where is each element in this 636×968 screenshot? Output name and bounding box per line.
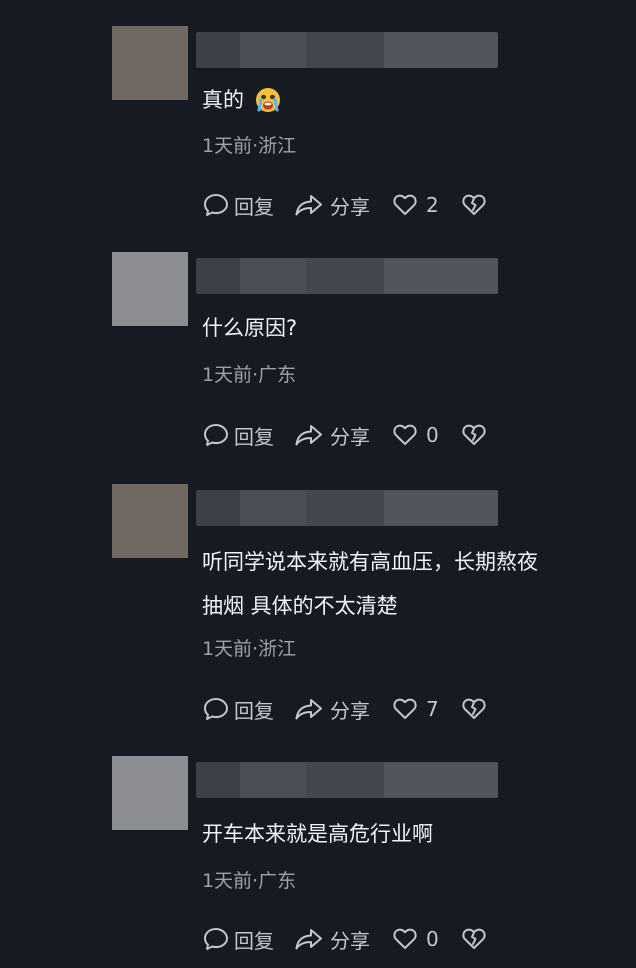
- reply-button[interactable]: 回复: [202, 695, 274, 724]
- like-button[interactable]: 0: [392, 927, 439, 951]
- share-label: 分享: [330, 928, 370, 953]
- like-count: 0: [426, 927, 439, 951]
- share-icon: [295, 699, 322, 720]
- crying-face-icon: [254, 86, 282, 114]
- broken-heart-icon: [462, 194, 486, 215]
- avatar[interactable]: [112, 484, 188, 558]
- share-icon: [295, 929, 322, 950]
- avatar[interactable]: [112, 252, 188, 326]
- comment-text: 开车本来就是高危行业啊: [202, 816, 433, 852]
- comment-text-content: 开车本来就是高危行业啊: [202, 822, 433, 846]
- like-count: 0: [426, 423, 439, 447]
- broken-heart-icon: [462, 928, 486, 949]
- reply-label: 回复: [234, 928, 274, 953]
- comment-meta: 1天前·浙江: [202, 638, 297, 660]
- reply-icon: [204, 698, 228, 720]
- share-label: 分享: [330, 698, 370, 723]
- heart-icon: [393, 928, 417, 949]
- comment-text-content: 真的: [202, 88, 244, 112]
- dislike-button[interactable]: [461, 423, 487, 447]
- reply-icon: [204, 424, 228, 446]
- username-blurred[interactable]: [196, 32, 498, 68]
- comment-text-line-2: 抽烟 具体的不太清楚: [202, 588, 398, 624]
- username-blurred[interactable]: [196, 490, 498, 526]
- comment-meta: 1天前·广东: [202, 364, 297, 386]
- reply-icon: [204, 928, 228, 950]
- share-button[interactable]: 分享: [294, 925, 370, 954]
- share-label: 分享: [330, 194, 370, 219]
- dislike-button[interactable]: [461, 193, 487, 217]
- comment-text: 真的: [202, 82, 282, 118]
- comment-text-content: 什么原因?: [202, 316, 298, 340]
- dislike-button[interactable]: [461, 697, 487, 721]
- comment-actions: 回复 分享 2: [202, 190, 487, 220]
- share-button[interactable]: 分享: [294, 695, 370, 724]
- heart-icon: [393, 424, 417, 445]
- comment-actions: 回复 分享 0: [202, 420, 487, 450]
- username-blurred[interactable]: [196, 258, 498, 294]
- reply-icon: [204, 194, 228, 216]
- share-button[interactable]: 分享: [294, 421, 370, 450]
- like-count: 7: [426, 697, 439, 721]
- broken-heart-icon: [462, 698, 486, 719]
- heart-icon: [393, 698, 417, 719]
- avatar[interactable]: [112, 26, 188, 100]
- dislike-button[interactable]: [461, 927, 487, 951]
- like-button[interactable]: 2: [392, 193, 439, 217]
- share-icon: [295, 425, 322, 446]
- comment-text: 什么原因?: [202, 310, 297, 346]
- reply-label: 回复: [234, 424, 274, 449]
- like-button[interactable]: 7: [392, 697, 439, 721]
- broken-heart-icon: [462, 424, 486, 445]
- comment-text-line-1: 听同学说本来就有高血压，长期熬夜: [202, 544, 538, 580]
- heart-icon: [393, 194, 417, 215]
- comment-actions: 回复 分享 0: [202, 924, 487, 954]
- share-button[interactable]: 分享: [294, 191, 370, 220]
- like-button[interactable]: 0: [392, 423, 439, 447]
- comment-text-content: 听同学说本来就有高血压，长期熬夜: [202, 550, 538, 574]
- comment-text-content: 抽烟 具体的不太清楚: [202, 594, 398, 618]
- reply-label: 回复: [234, 194, 274, 219]
- avatar[interactable]: [112, 756, 188, 830]
- reply-button[interactable]: 回复: [202, 925, 274, 954]
- reply-label: 回复: [234, 698, 274, 723]
- comment-meta: 1天前·浙江: [202, 135, 297, 157]
- share-icon: [295, 195, 322, 216]
- like-count: 2: [426, 193, 439, 217]
- reply-button[interactable]: 回复: [202, 191, 274, 220]
- comment-meta: 1天前·广东: [202, 870, 297, 892]
- share-label: 分享: [330, 424, 370, 449]
- comment-actions: 回复 分享 7: [202, 694, 487, 724]
- username-blurred[interactable]: [196, 762, 498, 798]
- reply-button[interactable]: 回复: [202, 421, 274, 450]
